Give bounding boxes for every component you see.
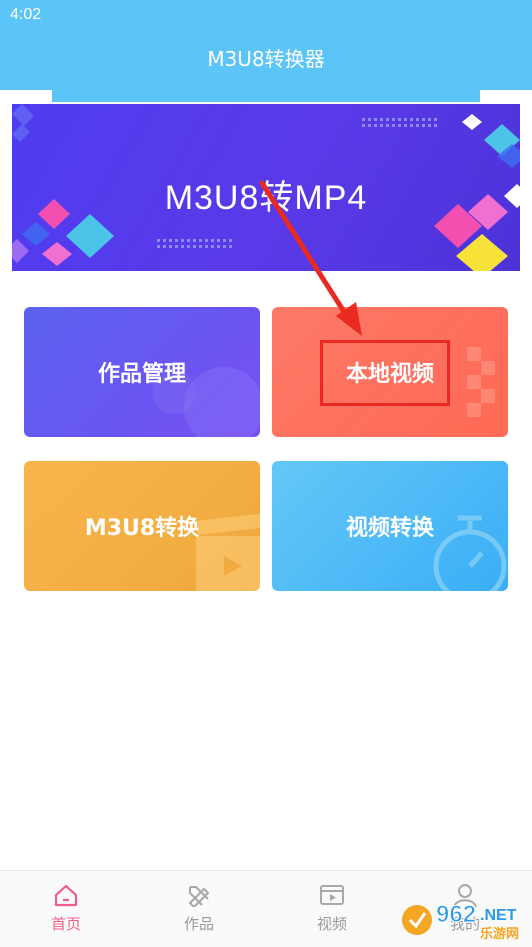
svg-text:962: 962	[436, 901, 476, 928]
header-tab-extension	[52, 90, 480, 102]
video-convert-card[interactable]: 视频转换	[272, 461, 508, 591]
works-management-card[interactable]: 作品管理	[24, 307, 260, 437]
nav-label: 视频	[316, 915, 347, 933]
app-header: 4:02 M3U8转换器	[0, 0, 532, 90]
m3u8-convert-card[interactable]: M3U8转换	[24, 461, 260, 591]
nav-label: 首页	[50, 915, 81, 933]
promo-banner[interactable]: M3U8转MP4	[12, 104, 520, 271]
app-title: M3U8转换器	[207, 47, 325, 71]
home-icon	[54, 884, 78, 907]
banner-title: M3U8转MP4	[164, 179, 368, 217]
card-label: M3U8转换	[84, 516, 200, 541]
nav-label: 作品	[183, 915, 214, 933]
nav-item-video[interactable]: 视频	[266, 871, 398, 947]
video-icon	[320, 885, 344, 905]
works-icon	[188, 886, 210, 907]
highlight-box	[320, 340, 450, 406]
card-label: 视频转换	[345, 516, 434, 541]
site-watermark-logo: 962 .NET 乐游网	[402, 901, 519, 942]
svg-text:.NET: .NET	[480, 907, 517, 924]
status-time: 4:02	[10, 6, 42, 23]
card-label: 作品管理	[97, 362, 186, 387]
nav-item-works[interactable]: 作品	[133, 871, 265, 947]
nav-item-home[interactable]: 首页	[0, 871, 132, 947]
svg-text:乐游网: 乐游网	[480, 926, 519, 942]
